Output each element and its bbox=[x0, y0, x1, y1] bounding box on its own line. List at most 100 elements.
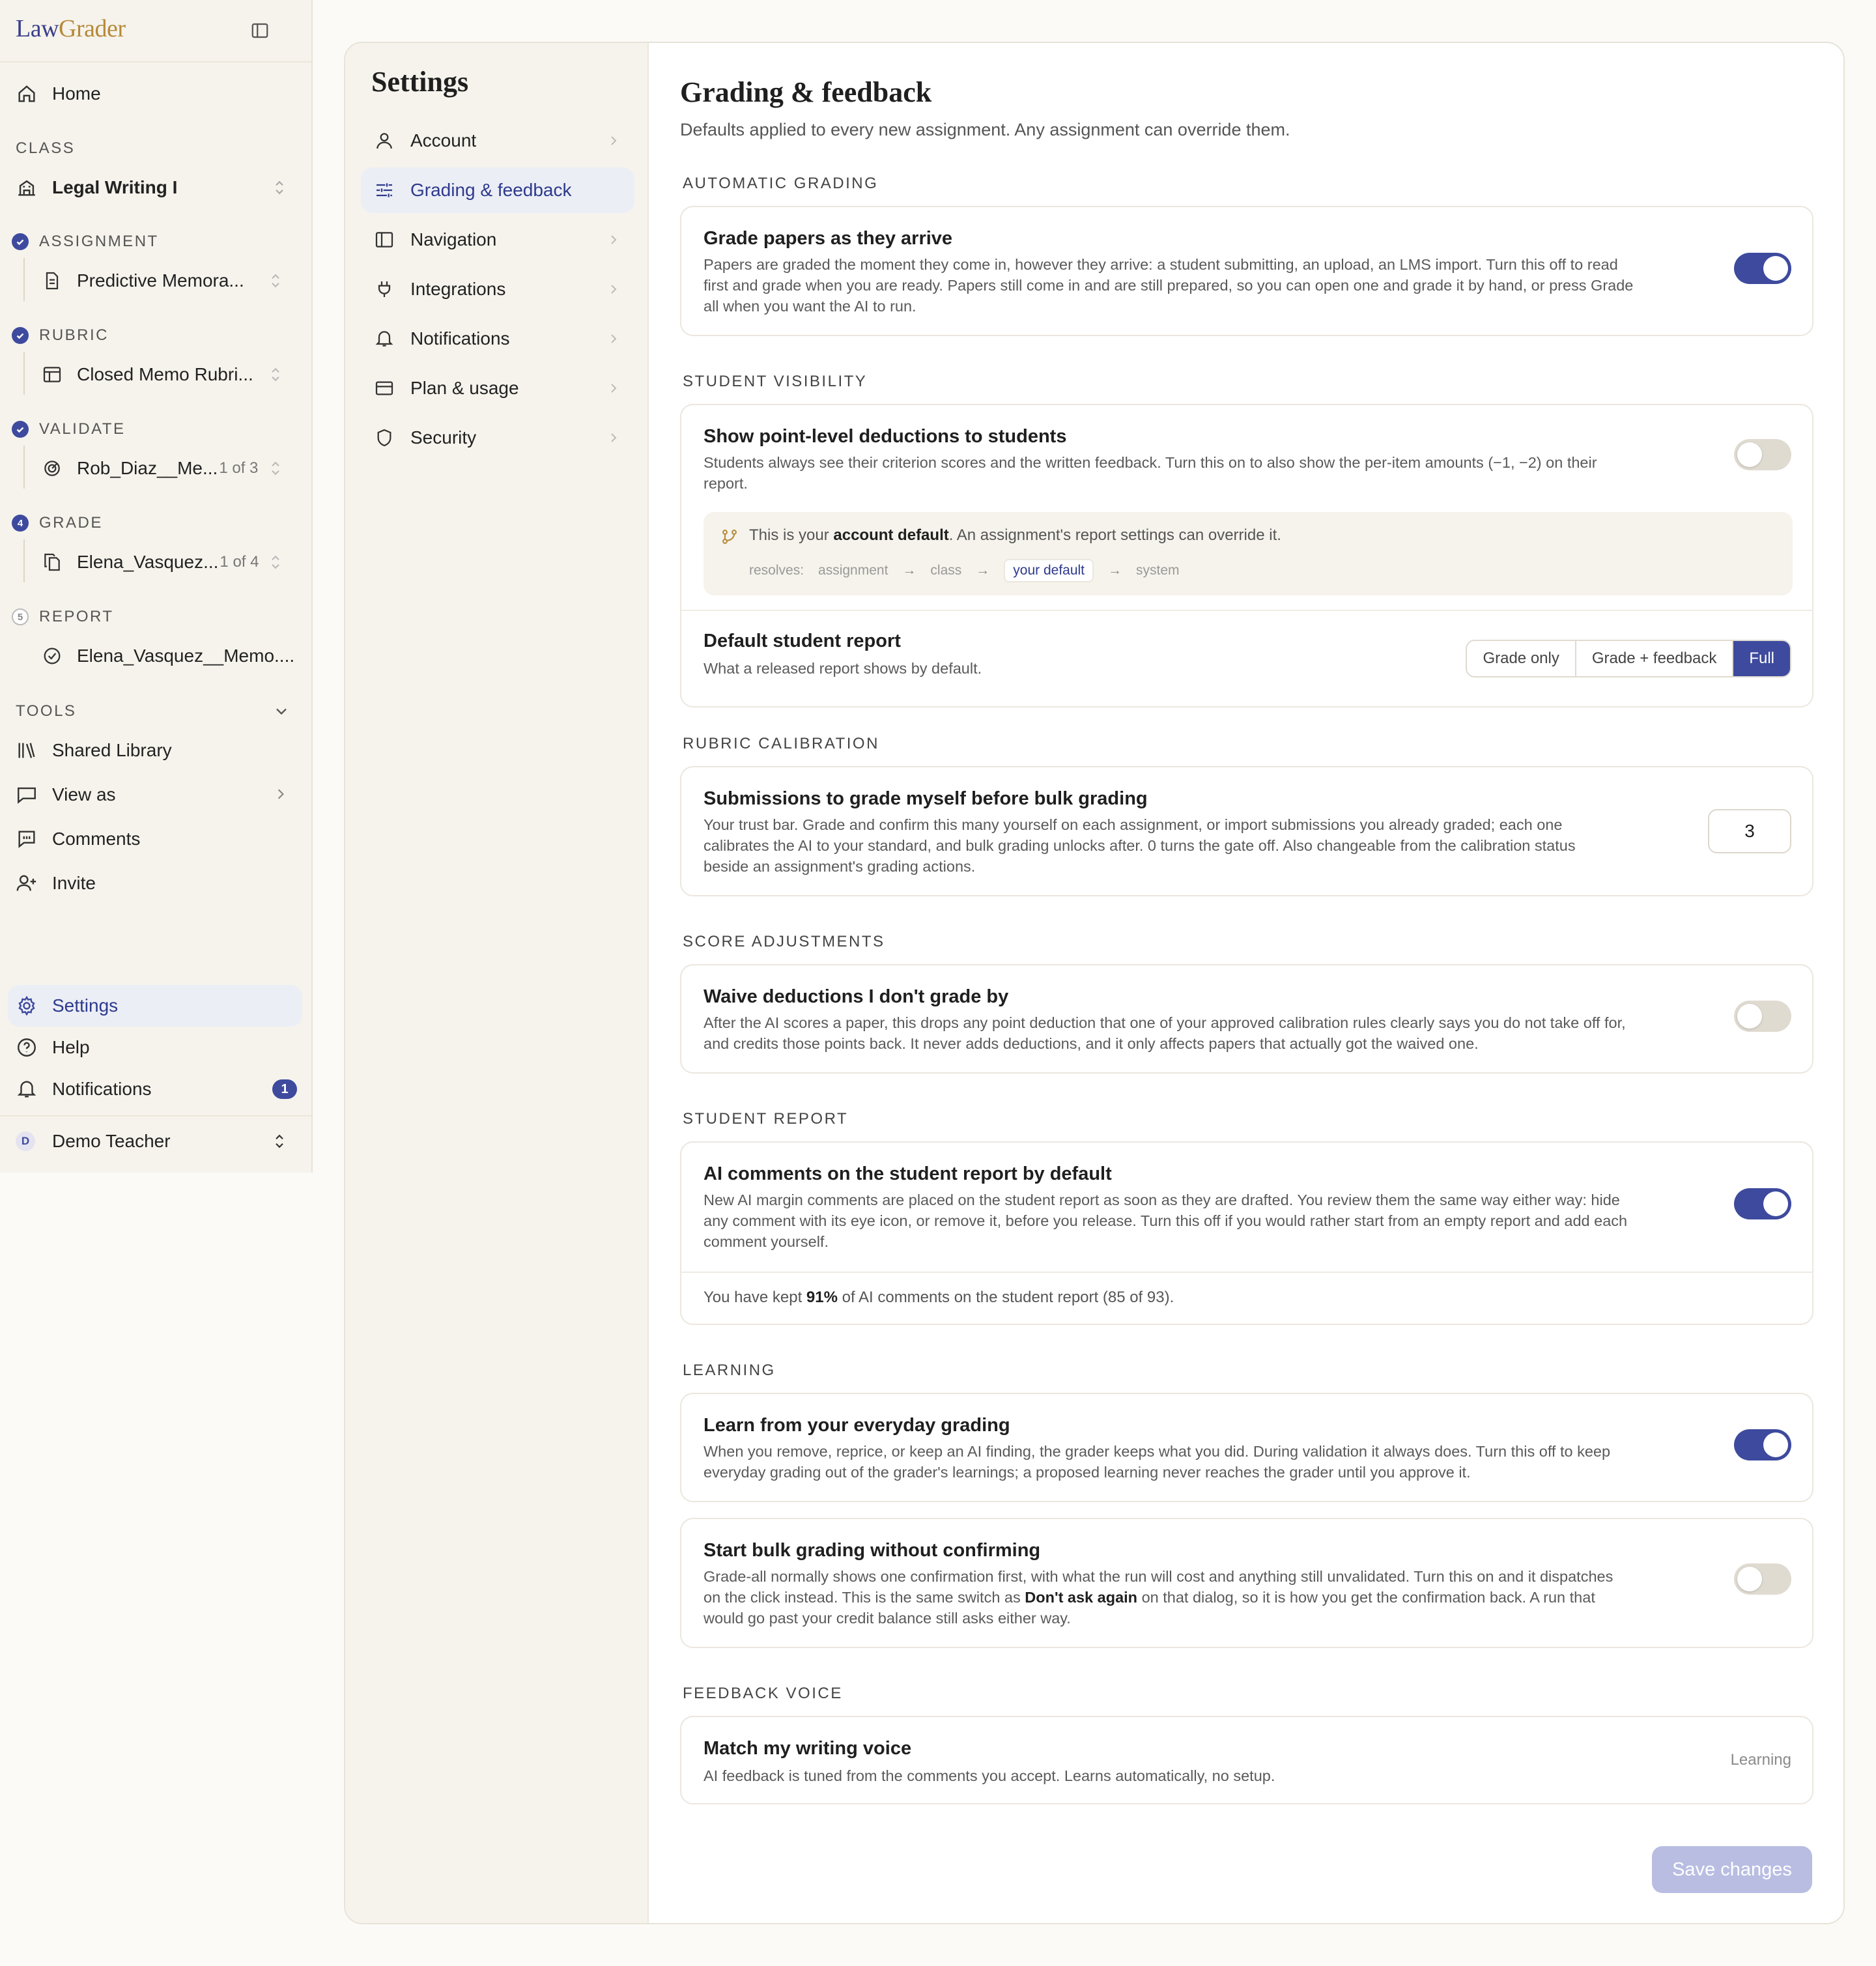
step-connector bbox=[23, 258, 25, 301]
section-header-learning: LEARNING bbox=[683, 1361, 776, 1379]
setting-card-ai-comments: AI comments on the student report by def… bbox=[680, 1141, 1813, 1325]
settings-nav-notifications[interactable]: Notifications bbox=[361, 316, 634, 362]
notification-count-badge: 1 bbox=[272, 1079, 297, 1099]
chevron-right-icon bbox=[608, 431, 619, 445]
check-icon bbox=[12, 233, 29, 250]
bulk-no-confirm-toggle[interactable] bbox=[1734, 1563, 1791, 1595]
setting-description: Students always see their criterion scor… bbox=[704, 454, 1597, 492]
setting-description: Grade-all normally shows one confirmatio… bbox=[704, 1568, 1613, 1627]
settings-nav-grading-feedback[interactable]: Grading & feedback bbox=[361, 167, 634, 213]
setting-description: AI feedback is tuned from the comments y… bbox=[704, 1767, 1275, 1784]
check-icon bbox=[12, 421, 29, 438]
account-default-note: This is your account default. An assignm… bbox=[704, 512, 1793, 595]
section-header-score-adjustments: SCORE ADJUSTMENTS bbox=[683, 933, 885, 950]
gear-icon bbox=[16, 995, 38, 1017]
chevron-updown-icon bbox=[268, 271, 283, 291]
comment-icon bbox=[16, 828, 38, 850]
help-icon bbox=[16, 1036, 38, 1059]
voice-status: Learning bbox=[1730, 1751, 1791, 1769]
chevron-right-icon bbox=[608, 233, 619, 247]
class-selector[interactable]: Legal Writing I bbox=[16, 175, 296, 201]
library-icon bbox=[16, 739, 38, 762]
settings-nav-security[interactable]: Security bbox=[361, 415, 634, 461]
sidebar-item-view-as[interactable]: View as bbox=[16, 782, 296, 808]
credit-card-icon bbox=[374, 378, 395, 399]
section-header-feedback-voice: FEEDBACK VOICE bbox=[683, 1685, 843, 1702]
chevron-updown-icon bbox=[268, 365, 283, 384]
chevron-updown-icon bbox=[268, 552, 283, 572]
grade-selector[interactable]: Elena_Vasquez... 1 of 4 bbox=[42, 548, 302, 577]
setting-title: Grade papers as they arrive bbox=[704, 228, 953, 249]
divider bbox=[681, 1272, 1812, 1273]
calibration-count-input[interactable]: 3 bbox=[1708, 809, 1791, 853]
divider bbox=[0, 1115, 311, 1117]
section-label-class: CLASS bbox=[16, 139, 76, 157]
sidebar-item-shared-library[interactable]: Shared Library bbox=[16, 737, 172, 763]
ai-comments-toggle[interactable] bbox=[1734, 1188, 1791, 1219]
option-grade-feedback[interactable]: Grade + feedback bbox=[1576, 641, 1734, 676]
section-label-validate: VALIDATE bbox=[12, 420, 125, 438]
arrow-right-icon: → bbox=[1108, 563, 1122, 578]
settings-nav-navigation[interactable]: Navigation bbox=[361, 217, 634, 263]
learn-everyday-toggle[interactable] bbox=[1734, 1429, 1791, 1460]
report-selector[interactable]: Elena_Vasquez__Memo.... bbox=[42, 642, 302, 670]
settings-nav-integrations[interactable]: Integrations bbox=[361, 266, 634, 312]
option-grade-only[interactable]: Grade only bbox=[1467, 641, 1576, 676]
setting-title: Waive deductions I don't grade by bbox=[704, 986, 1009, 1007]
arrow-right-icon: → bbox=[976, 563, 990, 578]
sidebar-item-comments[interactable]: Comments bbox=[16, 826, 140, 852]
section-label-tools[interactable]: TOOLS bbox=[16, 702, 76, 720]
chevron-right-icon bbox=[275, 785, 287, 805]
validate-selector[interactable]: Rob_Diaz__Me... 1 of 3 bbox=[42, 454, 302, 483]
chevron-updown-icon bbox=[268, 459, 283, 478]
setting-description: When you remove, reprice, or keep an AI … bbox=[704, 1443, 1611, 1481]
setting-title: Start bulk grading without confirming bbox=[704, 1540, 1041, 1561]
setting-card-learn-everyday: Learn from your everyday grading When yo… bbox=[680, 1393, 1813, 1502]
chevron-right-icon bbox=[608, 282, 619, 296]
resolution-chain: resolves: assignment → class → your defa… bbox=[749, 559, 1194, 582]
option-full[interactable]: Full bbox=[1733, 641, 1790, 676]
user-menu[interactable]: D Demo Teacher bbox=[16, 1128, 296, 1154]
check-icon bbox=[12, 327, 29, 344]
assignment-selector[interactable]: Predictive Memora... bbox=[42, 266, 302, 295]
chevron-right-icon bbox=[608, 134, 619, 148]
sidebar-item-notifications[interactable]: Notifications bbox=[16, 1076, 152, 1102]
panel-icon bbox=[374, 229, 395, 250]
settings-nav: Settings Account Grading & feedback Navi… bbox=[345, 43, 649, 1923]
git-branch-icon bbox=[720, 528, 739, 546]
copy-icon bbox=[42, 552, 63, 573]
app-logo[interactable]: LawGrader bbox=[16, 14, 126, 43]
sidebar-item-settings[interactable]: Settings bbox=[16, 993, 118, 1019]
setting-title: Match my writing voice bbox=[704, 1738, 912, 1759]
sidebar-item-home[interactable]: Home bbox=[16, 81, 101, 107]
target-icon bbox=[42, 458, 63, 479]
section-label-grade: 4 GRADE bbox=[12, 514, 103, 532]
waive-deductions-toggle[interactable] bbox=[1734, 1001, 1791, 1032]
setting-title: Submissions to grade myself before bulk … bbox=[704, 788, 1148, 809]
setting-card-waive: Waive deductions I don't grade by After … bbox=[680, 964, 1813, 1074]
monitor-icon bbox=[16, 784, 38, 806]
sidebar-item-help[interactable]: Help bbox=[16, 1034, 90, 1061]
arrow-right-icon: → bbox=[902, 563, 917, 578]
section-header-student-report: STUDENT REPORT bbox=[683, 1110, 849, 1128]
chevron-right-icon bbox=[608, 381, 619, 395]
settings-title: Settings bbox=[371, 66, 469, 98]
sidebar-toggle-icon[interactable] bbox=[250, 21, 270, 40]
setting-title: Default student report bbox=[704, 631, 901, 651]
app-sidebar: LawGrader Home CLASS Legal Writing I ASS… bbox=[0, 0, 313, 1173]
settings-nav-account[interactable]: Account bbox=[361, 118, 634, 164]
step-connector bbox=[23, 352, 25, 395]
grade-on-arrival-toggle[interactable] bbox=[1734, 253, 1791, 284]
sidebar-item-invite[interactable]: Invite bbox=[16, 870, 96, 896]
home-icon bbox=[16, 83, 38, 105]
rubric-selector[interactable]: Closed Memo Rubri... bbox=[42, 360, 302, 389]
setting-card-student-visibility: Show point-level deductions to students … bbox=[680, 404, 1813, 707]
ai-comments-kept-stat: You have kept 91% of AI comments on the … bbox=[704, 1289, 1174, 1306]
settings-nav-plan-usage[interactable]: Plan & usage bbox=[361, 365, 634, 411]
chevron-down-icon[interactable] bbox=[272, 702, 291, 720]
sidebar-item-label: Home bbox=[52, 83, 101, 104]
default-report-selector: Grade only Grade + feedback Full bbox=[1466, 640, 1791, 677]
chevron-updown-icon bbox=[272, 1132, 287, 1151]
point-deductions-toggle[interactable] bbox=[1734, 439, 1791, 470]
save-changes-button[interactable]: Save changes bbox=[1652, 1846, 1812, 1893]
